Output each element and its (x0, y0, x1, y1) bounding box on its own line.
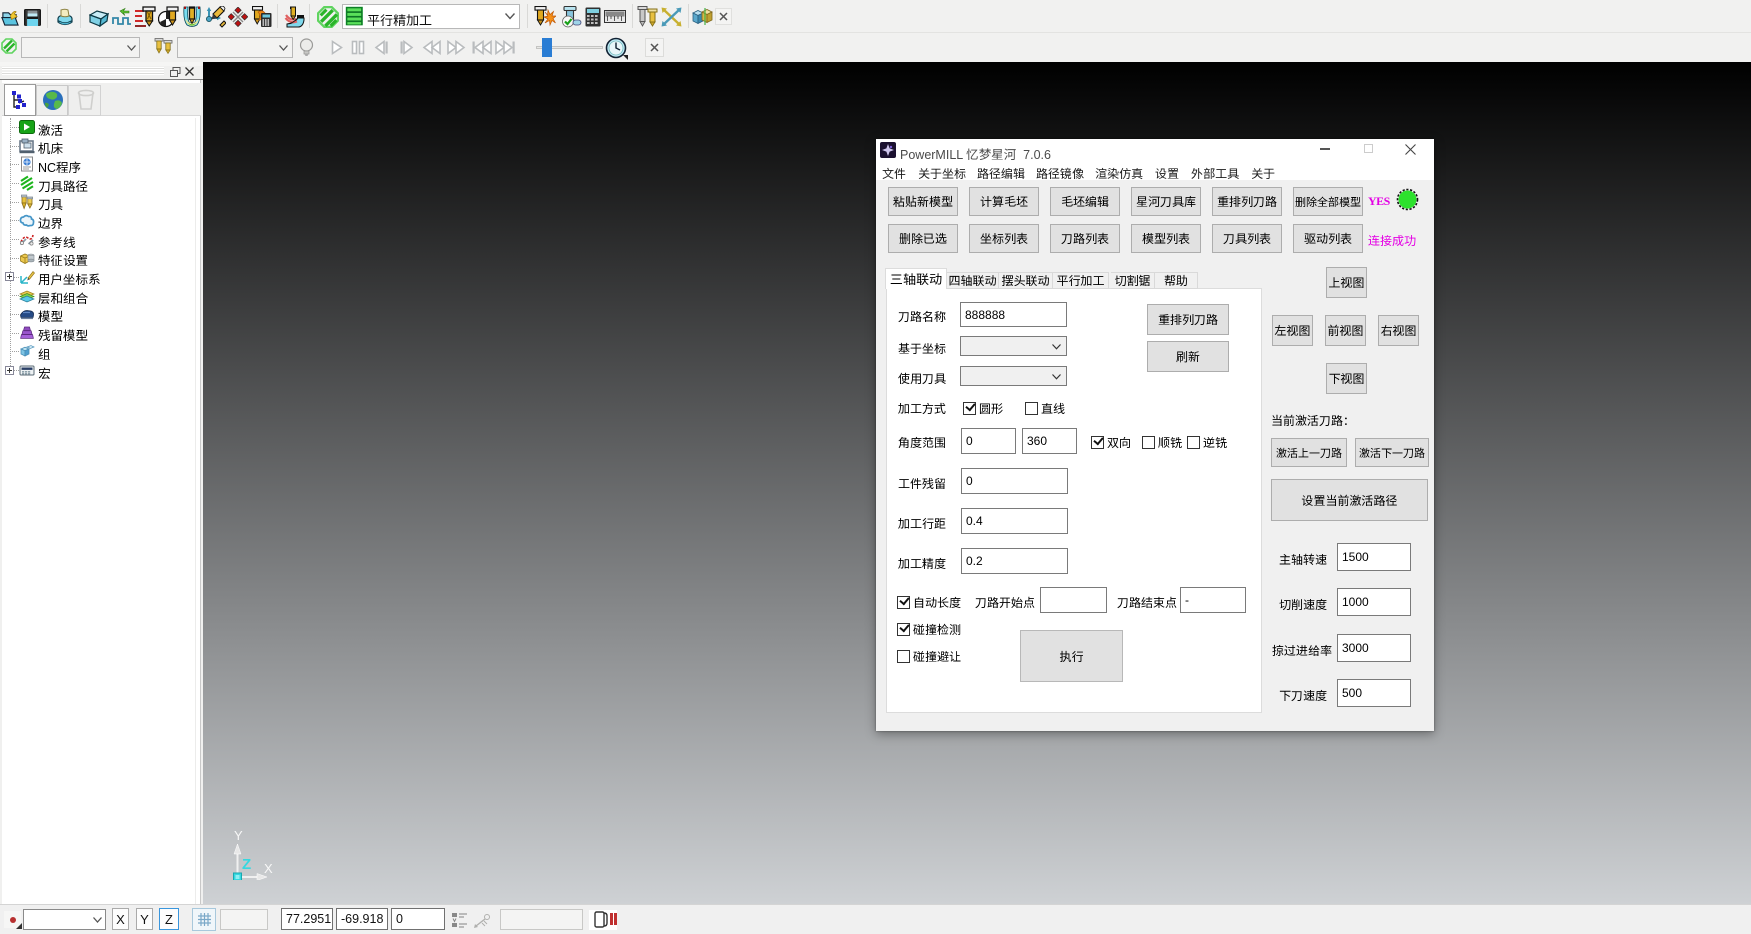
svg-text:Y: Y (234, 828, 243, 843)
svg-text:Z: Z (242, 856, 251, 873)
svg-text:X: X (264, 861, 273, 876)
